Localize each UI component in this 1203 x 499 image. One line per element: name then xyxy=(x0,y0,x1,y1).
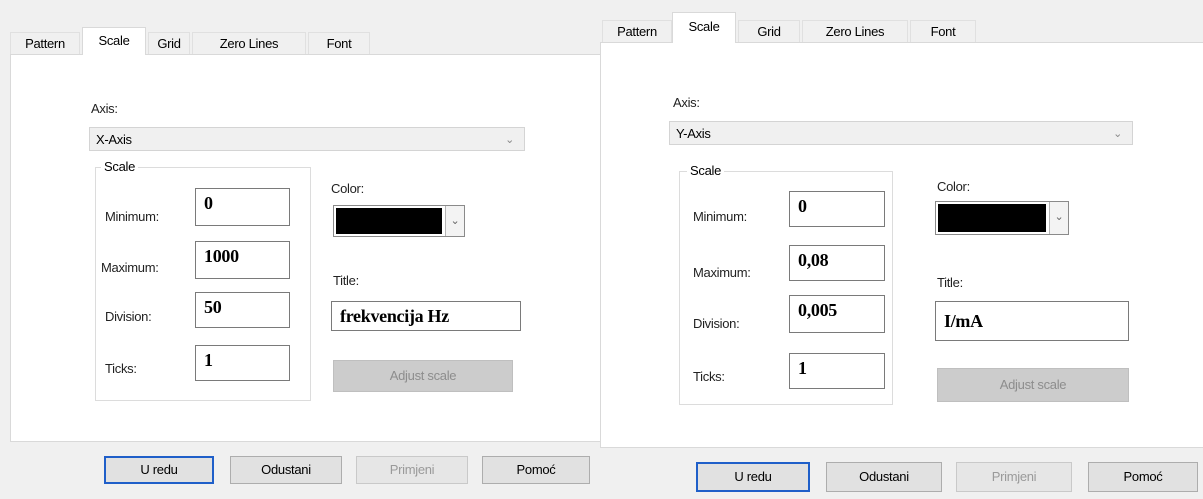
division-label: Division: xyxy=(105,309,152,324)
tab-grid[interactable]: Grid xyxy=(148,32,190,55)
chevron-down-icon: ⌄ xyxy=(445,206,464,236)
tab-content-scale: Axis: Y-Axis ⌄ Scale Minimum: 0 Maximum:… xyxy=(600,42,1203,448)
adjust-scale-button[interactable]: Adjust scale xyxy=(937,368,1129,402)
axis-select[interactable]: X-Axis ⌄ xyxy=(89,127,525,151)
division-label: Division: xyxy=(693,316,740,331)
title-label: Title: xyxy=(937,275,963,290)
maximum-field[interactable]: 0,08 xyxy=(789,245,885,281)
ticks-label: Ticks: xyxy=(105,361,137,376)
minimum-field[interactable]: 0 xyxy=(789,191,885,227)
right-dialog: Pattern Scale Grid Zero Lines Font Axis:… xyxy=(600,0,1203,499)
tab-pattern[interactable]: Pattern xyxy=(602,20,672,43)
tab-scale[interactable]: Scale xyxy=(82,27,146,55)
ok-button[interactable]: U redu xyxy=(104,456,214,484)
ticks-label: Ticks: xyxy=(693,369,725,384)
axis-select-value: X-Axis xyxy=(96,132,132,147)
chevron-down-icon: ⌄ xyxy=(505,134,514,146)
chevron-down-icon: ⌄ xyxy=(1113,128,1122,140)
title-field[interactable]: frekvencija Hz xyxy=(331,301,521,331)
tab-content-scale: Axis: X-Axis ⌄ Scale Minimum: 0 Maximum:… xyxy=(10,54,602,442)
maximum-label: Maximum: xyxy=(693,265,751,280)
apply-button[interactable]: Primjeni xyxy=(356,456,468,484)
tab-scale[interactable]: Scale xyxy=(672,12,736,43)
help-button[interactable]: Pomoć xyxy=(482,456,590,484)
minimum-field[interactable]: 0 xyxy=(195,188,290,226)
title-field[interactable]: I/mA xyxy=(935,301,1129,341)
color-label: Color: xyxy=(331,181,364,196)
division-field[interactable]: 50 xyxy=(195,292,290,328)
tab-zero-lines[interactable]: Zero Lines xyxy=(192,32,306,55)
title-label: Title: xyxy=(333,273,359,288)
tab-grid[interactable]: Grid xyxy=(738,20,800,43)
minimum-label: Minimum: xyxy=(693,209,747,224)
color-picker[interactable]: ⌄ xyxy=(935,201,1069,235)
left-dialog: Pattern Scale Grid Zero Lines Font Axis:… xyxy=(0,0,602,499)
cancel-button[interactable]: Odustani xyxy=(230,456,342,484)
color-swatch xyxy=(336,208,442,234)
color-label: Color: xyxy=(937,179,970,194)
maximum-field[interactable]: 1000 xyxy=(195,241,290,279)
axis-select-value: Y-Axis xyxy=(676,126,711,141)
scale-group-label: Scale xyxy=(687,163,725,178)
ok-button[interactable]: U redu xyxy=(696,462,810,492)
adjust-scale-button[interactable]: Adjust scale xyxy=(333,360,513,392)
cancel-button[interactable]: Odustani xyxy=(826,462,942,492)
scale-group-label: Scale xyxy=(101,159,139,174)
division-field[interactable]: 0,005 xyxy=(789,295,885,333)
chevron-down-icon: ⌄ xyxy=(1049,202,1068,234)
minimum-label: Minimum: xyxy=(105,209,159,224)
ticks-field[interactable]: 1 xyxy=(789,353,885,389)
ticks-field[interactable]: 1 xyxy=(195,345,290,381)
tab-font[interactable]: Font xyxy=(308,32,370,55)
tab-zero-lines[interactable]: Zero Lines xyxy=(802,20,908,43)
axis-select[interactable]: Y-Axis ⌄ xyxy=(669,121,1133,145)
maximum-label: Maximum: xyxy=(101,260,159,275)
axis-label: Axis: xyxy=(673,95,700,110)
tab-pattern[interactable]: Pattern xyxy=(10,32,80,55)
color-picker[interactable]: ⌄ xyxy=(333,205,465,237)
help-button[interactable]: Pomoć xyxy=(1088,462,1198,492)
apply-button[interactable]: Primjeni xyxy=(956,462,1072,492)
axis-label: Axis: xyxy=(91,101,118,116)
tab-font[interactable]: Font xyxy=(910,20,976,43)
color-swatch xyxy=(938,204,1046,232)
